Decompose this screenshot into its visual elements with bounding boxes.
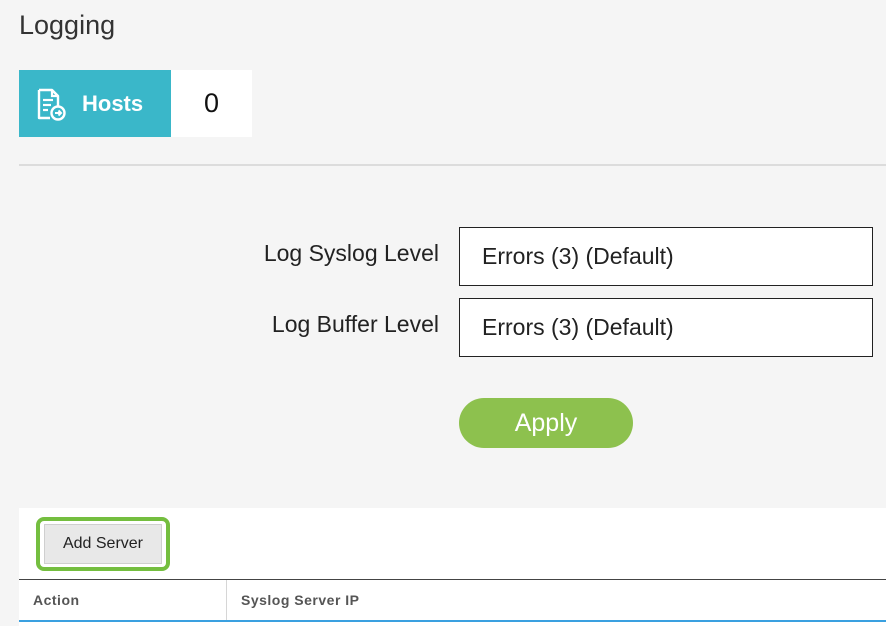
server-add-icon bbox=[33, 87, 67, 121]
log-syslog-level-label: Log Syslog Level bbox=[263, 240, 439, 266]
hosts-label: Hosts bbox=[82, 90, 144, 116]
log-buffer-level-select[interactable]: Errors (3) (Default) bbox=[459, 298, 873, 357]
hosts-tab[interactable]: Hosts bbox=[19, 70, 171, 137]
apply-button[interactable]: Apply bbox=[459, 398, 633, 448]
column-header-syslog-server-ip[interactable]: Syslog Server IP bbox=[227, 580, 360, 620]
syslog-servers-panel: Add Server Action Syslog Server IP bbox=[19, 508, 886, 626]
hosts-count: 0 bbox=[171, 70, 252, 137]
log-buffer-level-label: Log Buffer Level bbox=[271, 311, 439, 337]
page-title: Logging bbox=[19, 10, 116, 40]
log-syslog-level-select[interactable]: Errors (3) (Default) bbox=[459, 227, 873, 286]
hosts-summary-card[interactable]: Hosts 0 bbox=[19, 70, 252, 137]
section-divider bbox=[19, 164, 886, 166]
add-server-button[interactable]: Add Server bbox=[44, 524, 162, 564]
column-header-action[interactable]: Action bbox=[19, 580, 227, 620]
add-server-highlight: Add Server bbox=[36, 517, 170, 571]
servers-table-header: Action Syslog Server IP bbox=[19, 579, 886, 622]
